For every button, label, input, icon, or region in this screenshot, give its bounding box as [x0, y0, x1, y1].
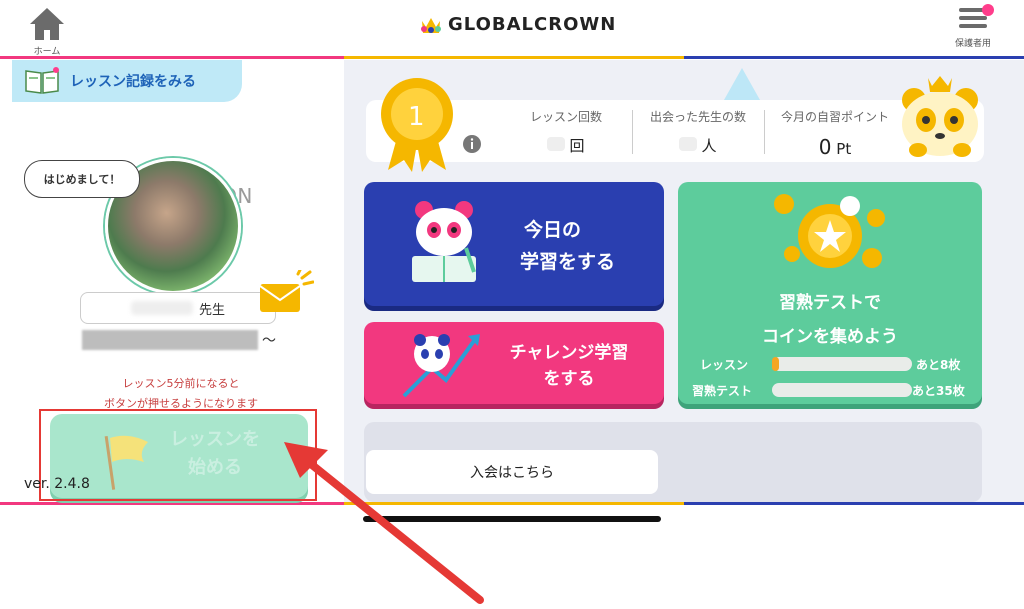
- annotation-arrow-icon: [284, 442, 484, 604]
- crown-icon: [421, 17, 441, 33]
- lesson-coin-label: レッスン: [700, 358, 749, 372]
- teacher-name-blurred: [130, 301, 193, 315]
- teachers-met-label: 出会った先生の数: [649, 110, 746, 124]
- lesson-coin-bar: [772, 357, 912, 371]
- coin-line-2: コインを集めよう: [762, 327, 898, 347]
- points-value: 0 Pt: [770, 135, 900, 159]
- panda-chart-icon: [402, 334, 480, 398]
- bottom-stripe-blue: [684, 502, 1024, 505]
- logo-text: GLOBALCROWN: [448, 14, 617, 35]
- teacher-suffix: 先生: [198, 302, 225, 318]
- lesson-time-blurred: [82, 330, 258, 350]
- challenge-title: チャレンジ学習 をする: [494, 340, 644, 392]
- stat-divider: [632, 110, 633, 154]
- test-coin-remaining: あと35枚: [912, 384, 965, 398]
- app-logo: GLOBALCROWN: [420, 14, 616, 35]
- panda-study-icon: [412, 201, 476, 282]
- lesson-count-value: 回: [506, 135, 626, 156]
- greeting-bubble: はじめまして！: [24, 160, 140, 198]
- greeting-text: はじめまして！: [43, 173, 121, 186]
- lesson-coin-remaining: あと8枚: [916, 358, 961, 372]
- teachers-met-stat: 出会った先生の数 人: [638, 108, 758, 156]
- background-triangle-icon: [724, 68, 760, 100]
- lesson-count-unit: 回: [569, 137, 585, 155]
- parent-label: 保護者用: [954, 39, 991, 49]
- points-label: 今月の自習ポイント: [780, 110, 889, 124]
- rank-number: 1: [408, 102, 425, 132]
- notification-dot: [982, 4, 994, 16]
- study-line-2: 学習をする: [520, 251, 616, 273]
- teacher-name-box: 先生: [80, 292, 276, 324]
- medal-coins-icon: [774, 194, 885, 268]
- stat-divider: [764, 110, 765, 154]
- coin-test-card[interactable]: 習熟テストで コインを集めよう レッスン あと8枚 習熟テスト あと35枚: [678, 182, 982, 404]
- challenge-card[interactable]: チャレンジ学習 をする: [364, 322, 664, 404]
- points-unit: Pt: [836, 140, 852, 158]
- test-coin-bar: [772, 383, 912, 397]
- study-line-1: 今日の: [524, 219, 582, 241]
- top-stripe-pink: [0, 56, 344, 59]
- version-label: ver. 2.4.8: [24, 476, 90, 492]
- stats-bar: 1 レッスン回数 回 出会った先生の数 人 今月の自習ポイント 0 Pt: [366, 76, 984, 172]
- lesson-count-stat: レッスン回数 回: [506, 108, 626, 156]
- home-icon: [30, 8, 64, 40]
- lesson-time-tilde: 〜: [262, 333, 276, 349]
- mail-icon: [259, 268, 315, 312]
- book-icon: [25, 67, 59, 94]
- lesson-count-label: レッスン回数: [529, 110, 602, 124]
- challenge-line-2: をする: [543, 369, 595, 389]
- points-number: 0: [818, 135, 832, 159]
- start-notice: レッスン5分前になると ボタンが押せるようになります: [96, 374, 266, 414]
- points-stat: 今月の自習ポイント 0 Pt: [770, 108, 900, 159]
- test-coin-label: 習熟テスト: [692, 384, 753, 398]
- teachers-met-value: 人: [638, 135, 758, 156]
- app-root: ホーム GLOBALCROWN 保護者用 レッスン記録をみる はじめまして！ 先…: [0, 0, 1024, 609]
- home-button[interactable]: ホーム: [24, 6, 70, 57]
- notice-line-1: レッスン5分前になると: [122, 377, 240, 390]
- top-stripe-yellow: [344, 56, 684, 59]
- lesson-record-button[interactable]: レッスン記録をみる: [12, 60, 242, 102]
- panda-mascot-icon: [902, 76, 978, 157]
- coin-title: 習熟テストで コインを集めよう: [678, 286, 982, 354]
- teachers-met-unit: 人: [701, 137, 717, 155]
- info-icon: [463, 135, 481, 153]
- lesson-record-label: レッスン記録をみる: [70, 74, 196, 90]
- top-stripe-blue: [684, 56, 1024, 59]
- lesson-coin-fill: [772, 357, 779, 371]
- coin-line-1: 習熟テストで: [779, 293, 881, 313]
- message-button[interactable]: [258, 268, 315, 320]
- study-title: 今日の 学習をする: [520, 214, 615, 278]
- challenge-line-1: チャレンジ学習: [509, 343, 629, 363]
- today-study-card[interactable]: 今日の 学習をする: [364, 182, 664, 306]
